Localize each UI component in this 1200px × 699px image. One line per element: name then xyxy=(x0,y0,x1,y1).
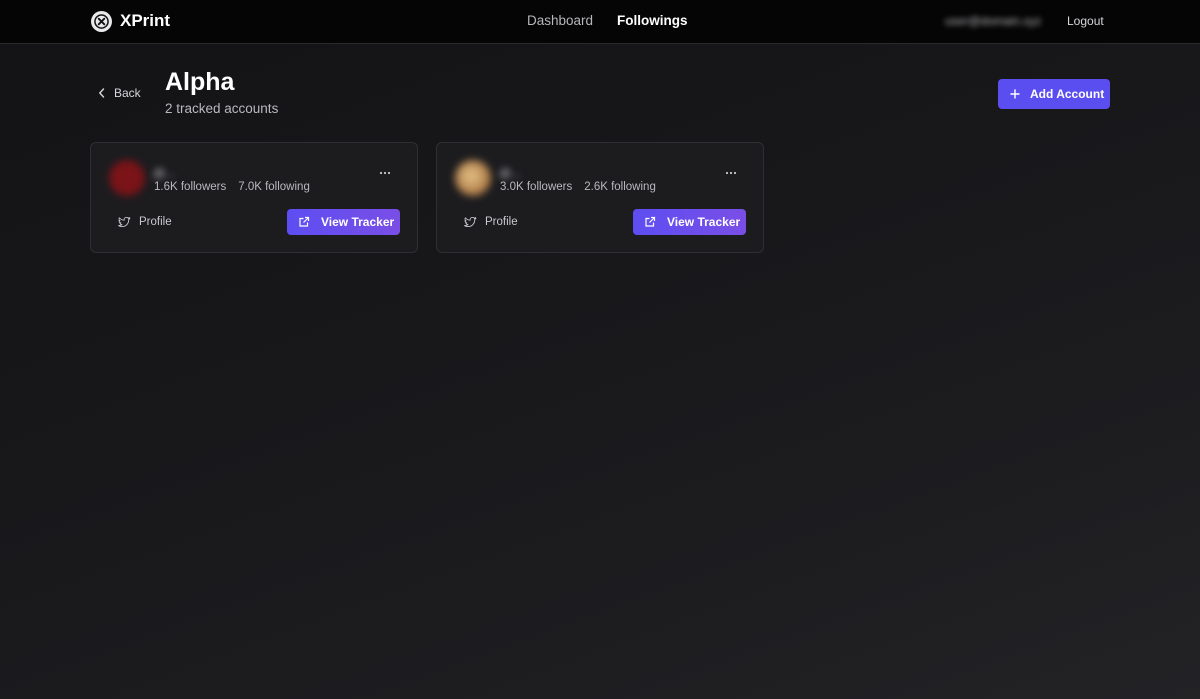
nav-followings[interactable]: Followings xyxy=(617,13,688,28)
chevron-left-icon xyxy=(98,88,105,98)
ellipsis-icon[interactable] xyxy=(723,165,739,181)
profile-label: Profile xyxy=(485,216,518,228)
external-link-icon xyxy=(299,216,310,227)
add-account-button[interactable]: Add Account xyxy=(998,79,1110,109)
add-account-label: Add Account xyxy=(1030,87,1105,101)
account-handle: @... xyxy=(499,166,522,180)
nav-dashboard[interactable]: Dashboard xyxy=(527,13,593,28)
profile-link[interactable]: Profile xyxy=(118,216,172,228)
account-stats: 3.0K followers 2.6K following xyxy=(500,181,656,193)
avatar xyxy=(455,160,491,196)
following-count: 2.6K following xyxy=(584,181,656,193)
twitter-icon xyxy=(118,216,131,227)
top-navbar: XPrint Dashboard Followings user@domain.… xyxy=(0,0,1200,44)
back-button[interactable]: Back xyxy=(98,86,141,100)
main-nav: Dashboard Followings xyxy=(527,13,688,28)
followers-count: 3.0K followers xyxy=(500,181,573,193)
account-card: @... 3.0K followers 2.6K following Profi… xyxy=(436,142,764,253)
back-label: Back xyxy=(114,86,141,100)
twitter-icon xyxy=(464,216,477,227)
plus-icon xyxy=(1010,89,1020,99)
avatar xyxy=(109,160,145,196)
view-tracker-button[interactable]: View Tracker xyxy=(633,209,746,235)
account-handle: @... xyxy=(153,166,176,180)
profile-link[interactable]: Profile xyxy=(464,216,518,228)
page-title: Alpha xyxy=(165,68,235,96)
profile-label: Profile xyxy=(139,216,172,228)
view-tracker-button[interactable]: View Tracker xyxy=(287,209,400,235)
page-subtitle: 2 tracked accounts xyxy=(165,101,279,116)
brand-name: XPrint xyxy=(120,11,171,30)
external-link-icon xyxy=(645,216,656,227)
following-count: 7.0K following xyxy=(238,181,310,193)
brand[interactable]: XPrint xyxy=(91,10,170,32)
ellipsis-icon[interactable] xyxy=(377,165,393,181)
user-email: user@domain.xyz xyxy=(945,14,1042,28)
account-card: @... 1.6K followers 7.0K following Profi… xyxy=(90,142,418,253)
view-tracker-label: View Tracker xyxy=(321,215,395,229)
followers-count: 1.6K followers xyxy=(154,181,227,193)
x-logo-icon xyxy=(91,10,112,32)
logout-button[interactable]: Logout xyxy=(1067,14,1104,28)
view-tracker-label: View Tracker xyxy=(667,215,741,229)
account-stats: 1.6K followers 7.0K following xyxy=(154,181,310,193)
